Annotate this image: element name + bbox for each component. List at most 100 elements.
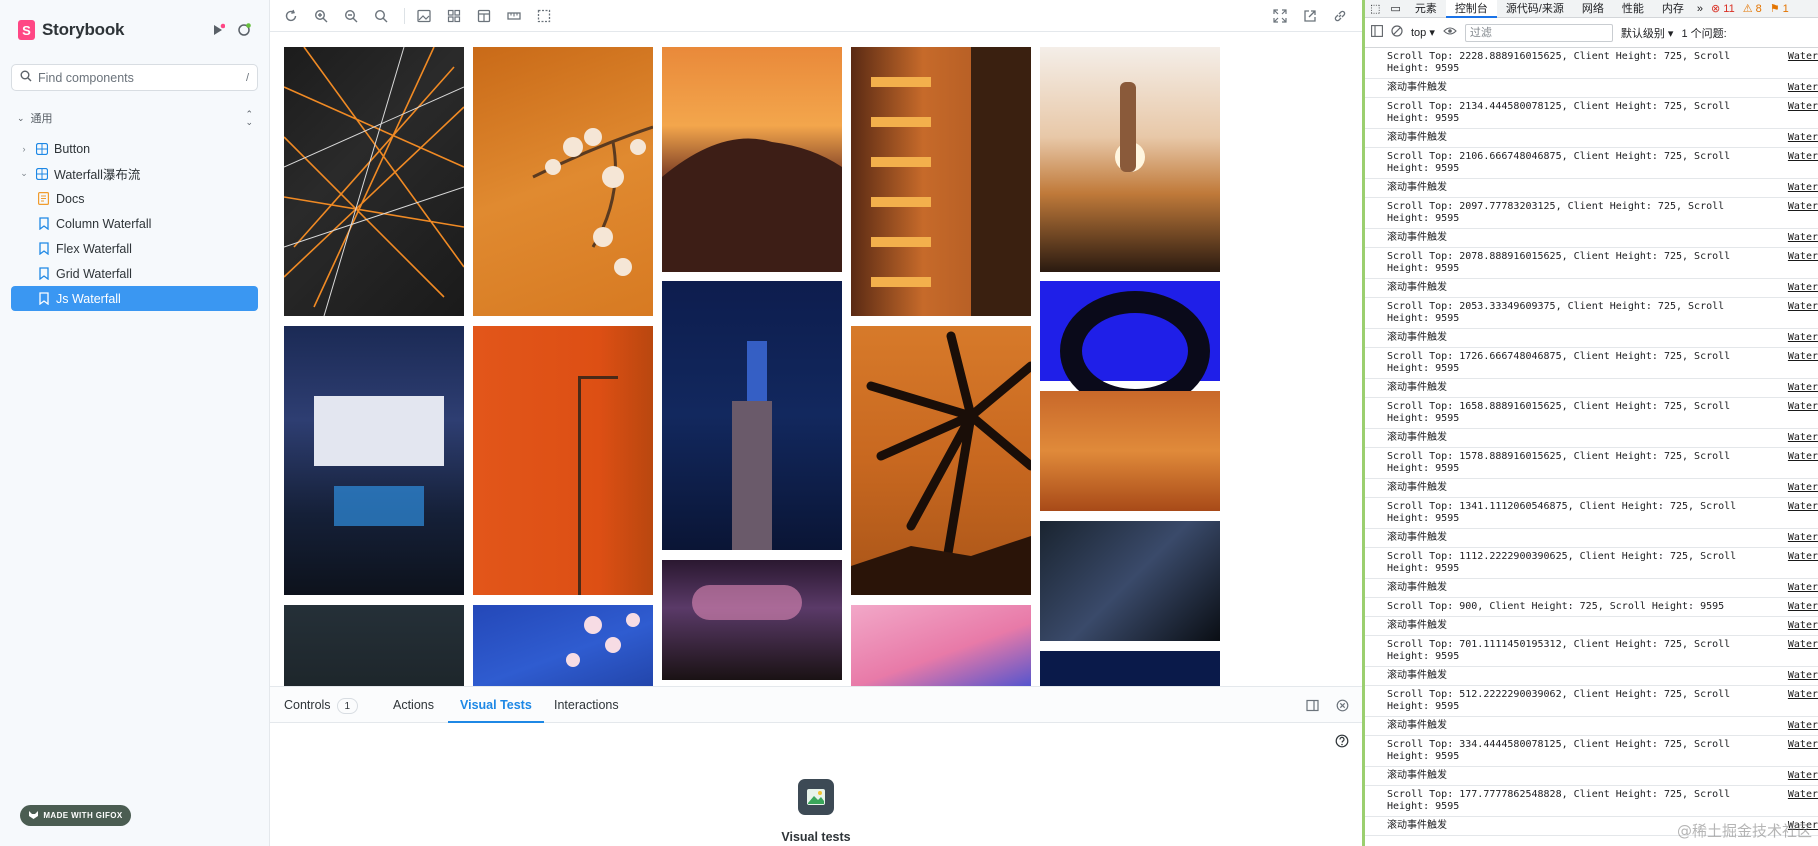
log-source-link[interactable]: Water: [1788, 551, 1818, 563]
devtools-tab-elements[interactable]: 元素: [1406, 0, 1446, 18]
settings-icon[interactable]: [236, 22, 252, 38]
zoom-reset-icon[interactable]: [373, 8, 389, 24]
measure-icon[interactable]: [506, 8, 522, 24]
live-expression-icon[interactable]: [1443, 26, 1457, 39]
more-tabs-icon[interactable]: »: [1693, 0, 1707, 18]
close-panel-icon[interactable]: [1334, 697, 1350, 713]
panel-orientation-icon[interactable]: [1304, 697, 1320, 713]
console-log-row: Scroll Top: 2134.444580078125, Client He…: [1365, 98, 1818, 129]
sidebar-item-js-waterfall[interactable]: Js Waterfall: [11, 286, 258, 311]
waterfall-image: [473, 47, 654, 316]
brand[interactable]: S Storybook: [18, 20, 124, 40]
log-source-link[interactable]: Water: [1788, 51, 1818, 63]
log-levels-select[interactable]: 默认级别 ▾: [1621, 25, 1674, 41]
copy-link-icon[interactable]: [1332, 8, 1348, 24]
zoom-in-icon[interactable]: [313, 8, 329, 24]
devtools-tab-console[interactable]: 控制台: [1445, 0, 1497, 18]
log-source-link[interactable]: Water: [1788, 82, 1818, 94]
sidebar-actions: [210, 22, 252, 38]
log-source-link[interactable]: Water: [1788, 151, 1818, 163]
log-source-link[interactable]: Water: [1788, 670, 1818, 682]
search-input[interactable]: [38, 70, 246, 85]
component-icon: [35, 167, 48, 180]
waterfall-image: [851, 326, 1036, 600]
log-message: 滚动事件触发: [1387, 332, 1447, 343]
console-log-row: Scroll Top: 1341.1112060546875, Client H…: [1365, 498, 1818, 529]
zoom-out-icon[interactable]: [343, 8, 359, 24]
log-source-link[interactable]: Water: [1788, 451, 1818, 463]
search-box[interactable]: /: [11, 64, 258, 91]
log-source-link[interactable]: Water: [1788, 182, 1818, 194]
log-message: 滚动事件触发: [1387, 820, 1447, 831]
console-log[interactable]: Scroll Top: 2228.888916015625, Client He…: [1365, 48, 1818, 836]
help-icon[interactable]: [1334, 733, 1350, 749]
gifox-badge: MADE WITH GIFOX: [20, 805, 131, 826]
log-source-link[interactable]: Water: [1788, 282, 1818, 294]
expand-collapse-icon[interactable]: ⌃ ⌄: [245, 110, 253, 127]
log-source-link[interactable]: Water: [1788, 689, 1818, 701]
log-source-link[interactable]: Water: [1788, 332, 1818, 344]
devtools-tab-sources[interactable]: 源代码/来源: [1497, 0, 1573, 18]
sidebar-item-waterfall[interactable]: ⌄ Waterfall瀑布流: [11, 161, 258, 186]
log-source-link[interactable]: Water: [1788, 789, 1818, 801]
inspect-element-icon[interactable]: ⬚: [1365, 0, 1385, 18]
log-source-link[interactable]: Water: [1788, 101, 1818, 113]
issues-flag[interactable]: ⚑ 1: [1766, 0, 1793, 18]
log-source-link[interactable]: Water: [1788, 770, 1818, 782]
log-source-link[interactable]: Water: [1788, 382, 1818, 394]
tab-interactions[interactable]: Interactions: [554, 687, 619, 723]
open-new-tab-icon[interactable]: [1302, 8, 1318, 24]
sidebar-item-button[interactable]: › Button: [11, 136, 258, 161]
log-source-link[interactable]: Water: [1788, 482, 1818, 494]
log-source-link[interactable]: Water: [1788, 232, 1818, 244]
log-source-link[interactable]: Water: [1788, 351, 1818, 363]
log-source-link[interactable]: Water: [1788, 601, 1818, 613]
devtools-tab-network[interactable]: 网络: [1573, 0, 1613, 18]
tab-controls[interactable]: Controls 1: [284, 687, 359, 723]
log-source-link[interactable]: Water: [1788, 720, 1818, 732]
log-message: Scroll Top: 2097.77783203125, Client Hei…: [1387, 201, 1725, 224]
waterfall-preview[interactable]: [270, 33, 1362, 686]
log-source-link[interactable]: Water: [1788, 532, 1818, 544]
log-source-link[interactable]: Water: [1788, 301, 1818, 313]
log-source-link[interactable]: Water: [1788, 132, 1818, 144]
outline-icon[interactable]: [536, 8, 552, 24]
log-source-link[interactable]: Water: [1788, 401, 1818, 413]
sidebar-item-grid-waterfall[interactable]: Grid Waterfall: [11, 261, 258, 286]
whats-new-icon[interactable]: [210, 22, 226, 38]
log-source-link[interactable]: Water: [1788, 639, 1818, 651]
sidebar-toggle-icon[interactable]: [1371, 25, 1383, 40]
warning-count[interactable]: ⚠ 8: [1739, 0, 1766, 18]
error-count[interactable]: ⊗ 11: [1707, 0, 1739, 18]
devtools-tab-performance[interactable]: 性能: [1613, 0, 1653, 18]
clear-console-icon[interactable]: [1391, 25, 1403, 40]
sidebar-item-docs[interactable]: Docs: [11, 186, 258, 211]
tab-visual-tests[interactable]: Visual Tests: [448, 687, 544, 723]
log-source-link[interactable]: Water: [1788, 501, 1818, 513]
grid-icon[interactable]: [446, 8, 462, 24]
log-source-link[interactable]: Water: [1788, 582, 1818, 594]
console-log-row: Scroll Top: 1112.2222900390625, Client H…: [1365, 548, 1818, 579]
sidebar-item-flex-waterfall[interactable]: Flex Waterfall: [11, 236, 258, 261]
group-header[interactable]: ⌄ 通用 ⌃ ⌄: [17, 110, 253, 127]
log-source-link[interactable]: Water: [1788, 251, 1818, 263]
issues-count[interactable]: 1 个问题:: [1681, 25, 1726, 41]
log-source-link[interactable]: Water: [1788, 739, 1818, 751]
viewport-icon[interactable]: [476, 8, 492, 24]
console-filter-input[interactable]: 过滤: [1464, 23, 1613, 42]
device-toolbar-icon[interactable]: ▭: [1385, 0, 1405, 18]
log-message: 滚动事件触发: [1387, 232, 1447, 243]
log-source-link[interactable]: Water: [1788, 432, 1818, 444]
background-icon[interactable]: [416, 8, 432, 24]
tab-label: Interactions: [554, 698, 619, 712]
tab-actions[interactable]: Actions: [393, 687, 434, 723]
sidebar-item-column-waterfall[interactable]: Column Waterfall: [11, 211, 258, 236]
fullscreen-icon[interactable]: [1272, 8, 1288, 24]
log-source-link[interactable]: Water: [1788, 201, 1818, 213]
devtools-tab-memory[interactable]: 内存: [1653, 0, 1693, 18]
context-select[interactable]: top ▾: [1411, 26, 1435, 39]
refresh-icon[interactable]: [283, 8, 299, 24]
sidebar-item-label: Column Waterfall: [56, 216, 152, 231]
log-source-link[interactable]: Water: [1788, 620, 1818, 632]
toolbar-divider: [404, 8, 405, 24]
